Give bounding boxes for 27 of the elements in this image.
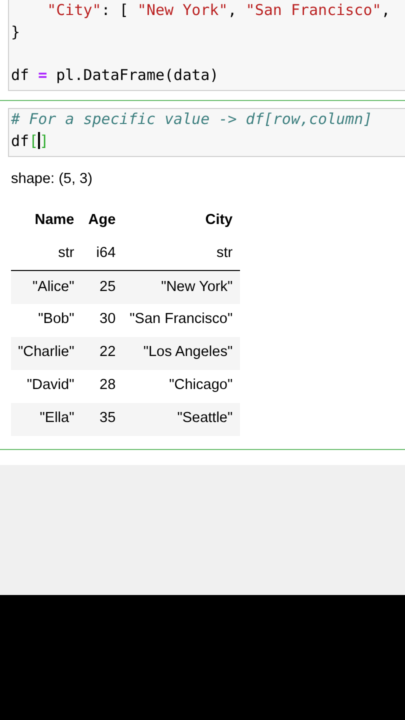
code-line: df[] <box>11 130 50 152</box>
table-cell: "Alice" <box>11 270 82 304</box>
table-cell: "Chicago" <box>122 370 240 403</box>
table-cell: 30 <box>81 304 123 337</box>
table-cell: "Seattle" <box>122 402 240 436</box>
table-cell: 28 <box>81 370 123 403</box>
code-line: "City": [ "New York", "San Francisco", <box>46 0 392 21</box>
column-header: Age <box>87 211 117 230</box>
table-cell: 22 <box>81 336 123 370</box>
shape-text: shape: (5, 3) <box>11 170 94 189</box>
code-line: } <box>11 22 22 42</box>
table-cell: "David" <box>11 370 82 403</box>
column-header: Name <box>34 211 76 230</box>
table-cell: "San Francisco" <box>122 304 240 337</box>
table-cell: "New York" <box>122 270 240 304</box>
table-cell: "Ella" <box>11 402 82 436</box>
table-cell: 25 <box>81 270 123 304</box>
text-cursor <box>38 132 40 148</box>
code-line: # For a specific value -> df[row,column] <box>11 109 374 130</box>
table-cell: "Bob" <box>11 304 82 337</box>
table-cell: "Los Angeles" <box>122 336 240 370</box>
table-cell: 35 <box>81 402 123 436</box>
code-cell[interactable]: # For a specific value -> df[row,column] df[] <box>8 108 405 157</box>
column-header: City <box>204 211 234 230</box>
code-cell[interactable]: "City": [ "New York", "San Francisco", } df = pl.DataFrame(data) <box>8 0 405 91</box>
code-line: df = pl.DataFrame(data) <box>11 64 220 86</box>
table-cell: "Charlie" <box>11 336 82 370</box>
